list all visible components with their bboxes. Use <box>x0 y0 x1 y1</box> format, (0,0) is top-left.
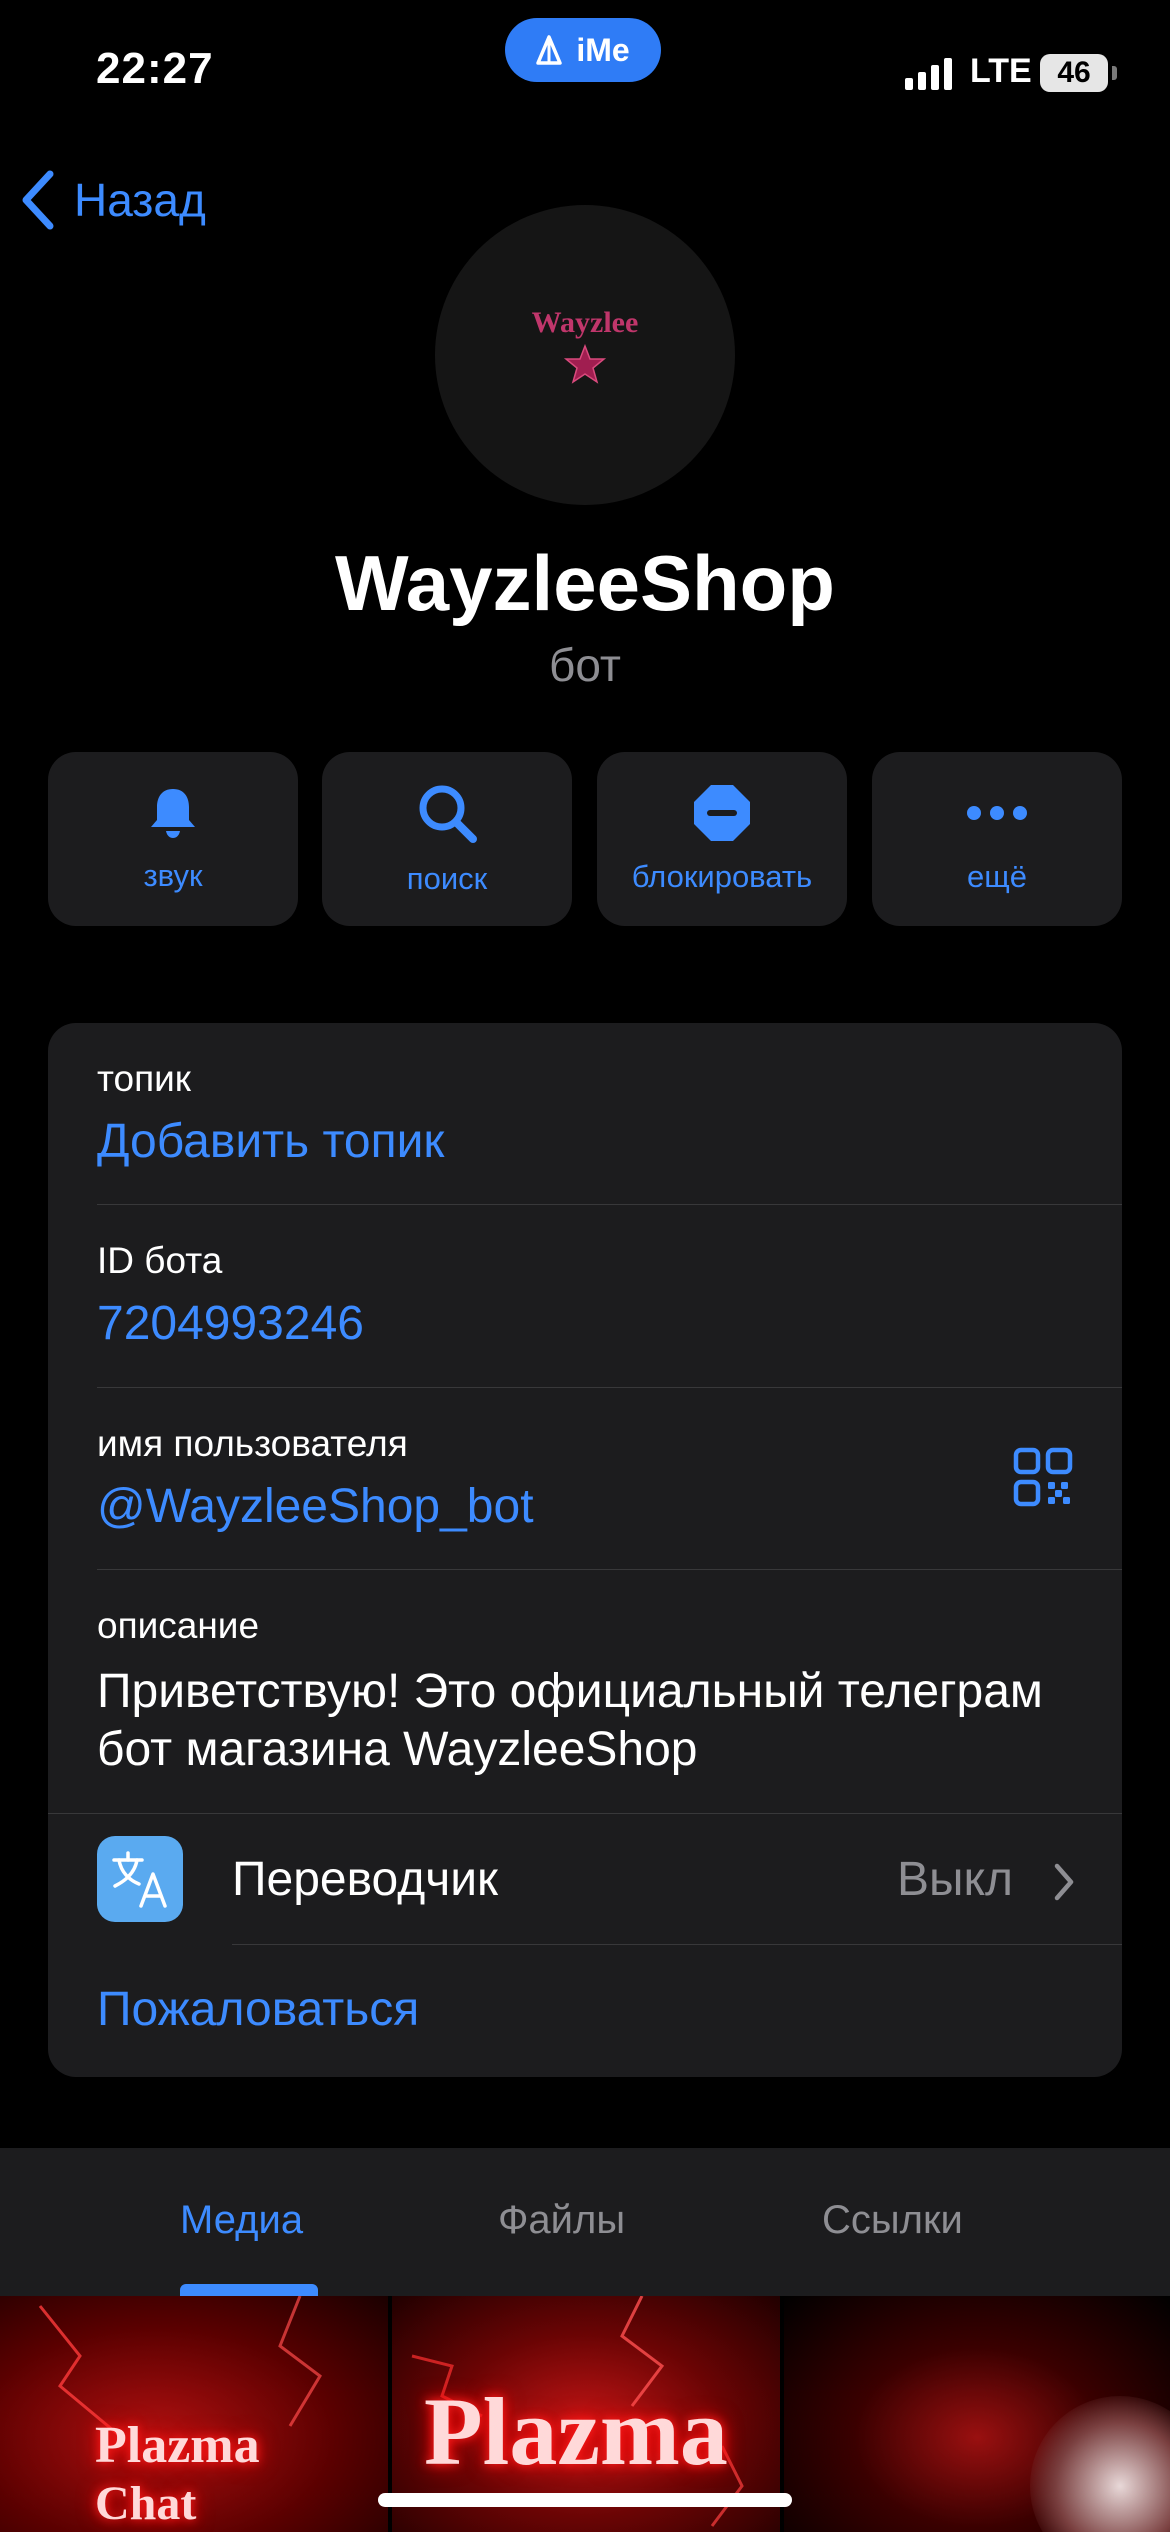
report-link[interactable]: Пожаловаться <box>97 1982 419 2037</box>
battery-level: 46 <box>1057 56 1091 89</box>
status-time: 22:27 <box>96 44 214 93</box>
chevron-left-icon <box>22 170 54 230</box>
media-thumbnail[interactable]: Plazma Chat <box>0 2296 388 2532</box>
tab-media[interactable]: Медиа <box>180 2198 303 2243</box>
battery-cap <box>1112 66 1117 80</box>
description-label: описание <box>97 1605 260 1646</box>
star-icon <box>563 344 607 384</box>
more-button[interactable]: ещё <box>872 752 1122 926</box>
translator-label[interactable]: Переводчик <box>232 1852 498 1907</box>
profile-subtitle: бот <box>549 639 621 691</box>
block-icon <box>694 785 750 841</box>
qr-code-icon[interactable] <box>1013 1447 1073 1507</box>
info-card <box>48 1023 1122 2077</box>
block-button[interactable]: блокировать <box>597 752 847 926</box>
search-label: поиск <box>406 861 488 896</box>
tab-links[interactable]: Ссылки <box>822 2198 963 2243</box>
chevron-right-icon <box>1054 1863 1074 1901</box>
bot-id-value[interactable]: 7204993246 <box>97 1296 364 1351</box>
description-text: Приветствую! Это официальный телеграм бо… <box>97 1665 1043 1776</box>
divider <box>48 1813 1122 1814</box>
profile-name: WayzleeShop <box>335 539 835 627</box>
ime-badge-label: iMe <box>576 31 630 68</box>
username-value[interactable]: @WayzleeShop_bot <box>97 1479 534 1534</box>
search-button[interactable]: поиск <box>322 752 572 926</box>
active-tab-indicator <box>180 2284 318 2296</box>
search-icon <box>419 785 477 843</box>
blurred-shape <box>1030 2396 1170 2532</box>
back-button[interactable]: Назад <box>20 170 206 230</box>
thumb-text-line2: Chat <box>95 2477 197 2530</box>
translator-value[interactable]: Выкл <box>897 1852 1013 1907</box>
media-thumbnail[interactable] <box>784 2296 1170 2532</box>
topic-label: топик <box>97 1058 191 1099</box>
divider <box>232 1944 1122 1945</box>
more-label: ещё <box>967 859 1027 894</box>
sound-label: звук <box>143 858 203 893</box>
more-icon <box>967 806 1027 820</box>
ime-badge[interactable]: iMe <box>505 18 661 82</box>
home-indicator[interactable] <box>378 2493 792 2507</box>
back-label: Назад <box>74 174 206 226</box>
thumb-text-line1: Plazma <box>95 2417 260 2474</box>
divider <box>97 1204 1122 1205</box>
network-type: LTE <box>970 52 1032 90</box>
battery-icon: 46 <box>1040 54 1108 92</box>
tab-files[interactable]: Файлы <box>498 2198 625 2243</box>
translator-icon <box>97 1836 183 1922</box>
divider <box>97 1387 1122 1388</box>
divider <box>97 1569 1122 1570</box>
sound-button[interactable]: звук <box>48 752 298 926</box>
translate-icon <box>112 1851 167 1908</box>
block-label: блокировать <box>631 859 813 894</box>
avatar-logo-text: Wayzlee <box>531 306 639 339</box>
bell-icon <box>151 789 195 838</box>
add-topic-link[interactable]: Добавить топик <box>97 1114 444 1169</box>
username-label: имя пользователя <box>97 1423 408 1464</box>
avatar[interactable]: Wayzlee <box>435 205 735 505</box>
signal-strength-icon <box>905 58 952 90</box>
thumb-text-line1: Plazma <box>424 2378 728 2485</box>
bot-id-label: ID бота <box>97 1240 223 1281</box>
ime-logo-icon <box>536 35 563 65</box>
